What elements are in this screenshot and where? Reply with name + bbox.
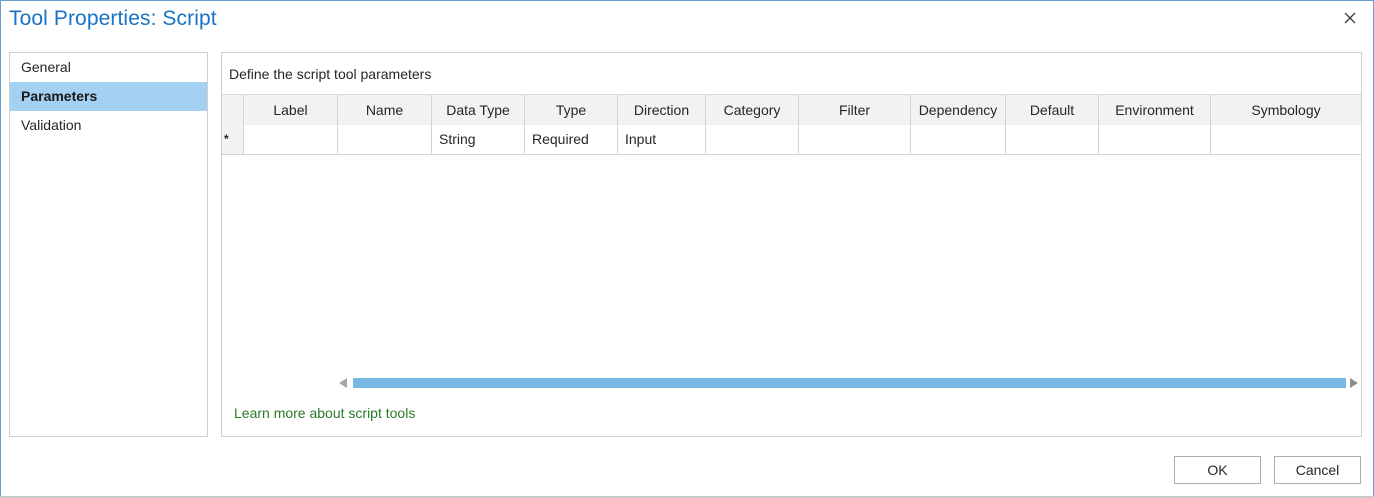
cell-environment[interactable] (1099, 125, 1211, 154)
cell-filter[interactable] (799, 125, 911, 154)
cell-symbology[interactable] (1211, 125, 1361, 154)
column-header-environment[interactable]: Environment (1099, 95, 1211, 125)
horizontal-scrollbar[interactable] (339, 376, 1360, 390)
new-row-marker-text: * (224, 132, 229, 146)
column-header-selector[interactable] (222, 95, 244, 125)
cancel-button[interactable]: Cancel (1274, 456, 1361, 484)
cell-dependency[interactable] (911, 125, 1006, 154)
cell-default[interactable] (1006, 125, 1099, 154)
cell-name[interactable] (338, 125, 432, 154)
column-header-category[interactable]: Category (706, 95, 799, 125)
column-header-label[interactable]: Label (244, 95, 338, 125)
dialog-title: Tool Properties: Script (9, 7, 217, 30)
cell-data-type[interactable]: String (432, 125, 525, 154)
ok-button[interactable]: OK (1174, 456, 1261, 484)
cell-type[interactable]: Required (525, 125, 618, 154)
column-header-data-type[interactable]: Data Type (432, 95, 525, 125)
table-row: * String Required Input (222, 125, 1361, 155)
column-header-type[interactable]: Type (525, 95, 618, 125)
cell-direction[interactable]: Input (618, 125, 706, 154)
column-header-direction[interactable]: Direction (618, 95, 706, 125)
column-header-dependency[interactable]: Dependency (911, 95, 1006, 125)
scroll-left-arrow-icon[interactable] (339, 378, 347, 388)
new-row-marker[interactable]: * (222, 125, 244, 154)
learn-more-link[interactable]: Learn more about script tools (234, 405, 415, 421)
grid-header-row: Label Name Data Type Type Direction Cate… (222, 94, 1361, 126)
properties-nav: General Parameters Validation (9, 52, 208, 437)
parameters-grid: Label Name Data Type Type Direction Cate… (222, 94, 1361, 155)
nav-item-parameters[interactable]: Parameters (10, 82, 207, 111)
close-icon[interactable] (1341, 9, 1359, 27)
parameters-panel: Define the script tool parameters Label … (221, 52, 1362, 437)
tool-properties-dialog: Tool Properties: Script General Paramete… (0, 0, 1374, 497)
column-header-name[interactable]: Name (338, 95, 432, 125)
panel-heading: Define the script tool parameters (229, 66, 432, 82)
nav-item-general[interactable]: General (10, 53, 207, 82)
column-header-default[interactable]: Default (1006, 95, 1099, 125)
nav-item-validation[interactable]: Validation (10, 111, 207, 140)
scrollbar-thumb[interactable] (353, 378, 1346, 388)
column-header-filter[interactable]: Filter (799, 95, 911, 125)
cell-category[interactable] (706, 125, 799, 154)
scroll-right-arrow-icon[interactable] (1350, 378, 1358, 388)
column-header-symbology[interactable]: Symbology (1211, 95, 1361, 125)
cell-label[interactable] (244, 125, 338, 154)
